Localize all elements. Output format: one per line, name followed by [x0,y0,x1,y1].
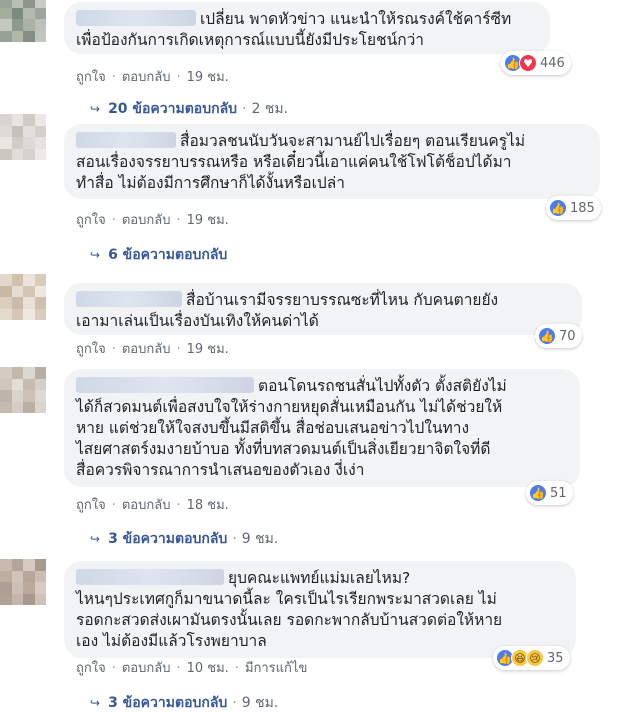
avatar[interactable] [0,274,46,320]
view-replies-link[interactable]: ↪ 6 ข้อความตอบกลับ [90,244,227,266]
view-replies-link[interactable]: ↪ 3 ข้อความตอบกลับ · 9 ชม. [90,528,278,550]
reply-arrow-icon: ↪ [90,532,101,546]
comment-bubble: สื่อมวลชนนับวันจะสามานย์ไปเรื่อยๆ ตอนเรี… [64,124,600,199]
reaction-count: 446 [540,55,565,71]
reply-link[interactable]: ตอบกลับ [122,213,171,228]
reaction-count: 35 [547,650,564,666]
commenter-name[interactable] [76,132,176,148]
comment-actions: ถูกใจ · ตอบกลับ · 19 ชม. [76,213,229,228]
avatar[interactable] [0,367,46,413]
reaction-badge[interactable]: 👍 ♥ 446 [501,51,571,75]
reply-link[interactable]: ตอบกลับ [122,498,171,513]
reaction-count: 51 [550,485,567,501]
reply-link[interactable]: ตอบกลับ [122,342,171,357]
like-link[interactable]: ถูกใจ [76,498,106,513]
comment-actions: ถูกใจ · ตอบกลับ · 19 ชม. [76,342,229,357]
comment-actions: ถูกใจ · ตอบกลับ · 19 ชม. [76,70,229,85]
commenter-name[interactable] [76,377,254,393]
like-icon: 👍 [549,199,567,217]
timestamp[interactable]: 19 ชม. [187,70,229,85]
reply-arrow-icon: ↪ [90,696,101,710]
comment-actions: ถูกใจ · ตอบกลับ · 10 ชม. · มีการแก้ไข [76,661,308,676]
timestamp[interactable]: 19 ชม. [187,342,229,357]
like-link[interactable]: ถูกใจ [76,213,106,228]
reply-arrow-icon: ↪ [90,248,101,262]
avatar[interactable] [0,0,46,42]
reaction-badge[interactable]: 👍 😆 😢 35 [493,646,570,670]
commenter-name[interactable] [76,10,196,26]
commenter-name[interactable] [76,291,182,307]
reply-arrow-icon: ↪ [90,102,101,116]
like-icon: 👍 [538,327,556,345]
timestamp[interactable]: 19 ชม. [187,213,229,228]
comment-bubble: สื่อบ้านเรามีจรรยาบรรณซะที่ไหน กับคนตายย… [64,283,582,335]
comment-bubble: ตอนโดนรถชนสั่นไปทั้งตัว ตั้งสติยังไม่ ได… [64,369,580,487]
timestamp[interactable]: 18 ชม. [187,498,229,513]
reply-link[interactable]: ตอบกลับ [122,661,171,676]
like-link[interactable]: ถูกใจ [76,70,106,85]
sad-icon: 😢 [526,649,544,667]
reaction-count: 185 [570,200,595,216]
reply-link[interactable]: ตอบกลับ [122,70,171,85]
comment-bubble: เปลี่ยน พาดหัวข่าว แนะนำให้รณรงค์ใช้คาร์… [64,2,550,54]
reaction-count: 70 [559,328,576,344]
avatar[interactable] [0,114,46,160]
like-link[interactable]: ถูกใจ [76,661,106,676]
timestamp[interactable]: 10 ชม. [187,661,229,676]
like-link[interactable]: ถูกใจ [76,342,106,357]
love-icon: ♥ [519,54,537,72]
reaction-badge[interactable]: 👍 185 [546,196,601,220]
avatar[interactable] [0,559,46,605]
like-icon: 👍 [529,484,547,502]
reaction-badge[interactable]: 👍 70 [535,324,582,348]
edited-label[interactable]: มีการแก้ไข [245,661,307,676]
comment-actions: ถูกใจ · ตอบกลับ · 18 ชม. [76,498,229,513]
view-replies-link[interactable]: ↪ 20 ข้อความตอบกลับ · 2 ชม. [90,98,288,120]
view-replies-link[interactable]: ↪ 3 ข้อความตอบกลับ · 9 ชม. [90,692,278,714]
comment-bubble: ยุบคณะแพทย์แม่มเลยไหม? ไหนๆประเทศกูก็มาข… [64,561,576,658]
commenter-name[interactable] [76,569,224,585]
reaction-badge[interactable]: 👍 51 [526,481,573,505]
